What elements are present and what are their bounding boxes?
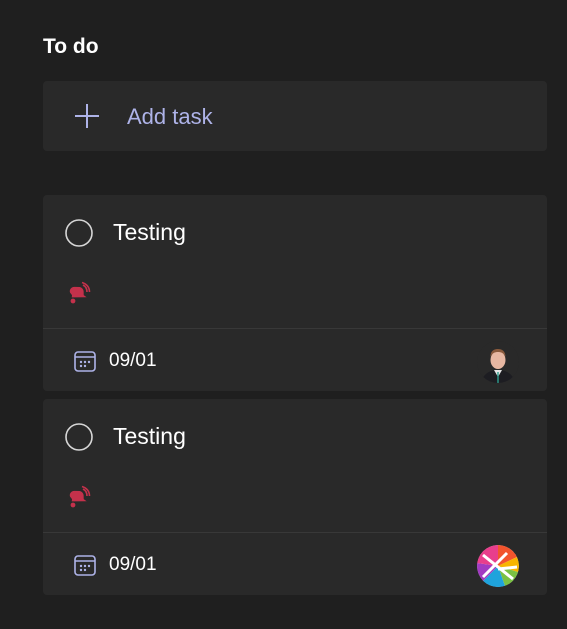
assignee-avatar[interactable]	[477, 545, 519, 587]
complete-checkbox-icon[interactable]	[65, 219, 93, 247]
task-card[interactable]: Testing 09/01	[43, 399, 547, 595]
column-title: To do	[43, 35, 99, 58]
task-title[interactable]: Testing	[113, 217, 186, 247]
urgent-bell-icon	[69, 485, 91, 508]
calendar-icon	[74, 351, 96, 372]
due-date: 09/01	[73, 347, 157, 375]
urgent-bell-icon	[69, 281, 91, 304]
task-title[interactable]: Testing	[113, 421, 186, 451]
assignee-avatar[interactable]	[477, 341, 519, 383]
complete-checkbox-icon[interactable]	[65, 423, 93, 451]
plus-icon	[75, 104, 99, 128]
task-card[interactable]: Testing 09/01	[43, 195, 547, 391]
due-date-text: 09/01	[109, 554, 157, 575]
card-divider	[43, 328, 547, 329]
add-task-button[interactable]: Add task	[43, 81, 547, 151]
colorful-logo-avatar-icon	[477, 545, 519, 587]
due-date: 09/01	[73, 551, 157, 579]
person-avatar-icon	[477, 341, 519, 383]
add-task-label: Add task	[127, 104, 213, 129]
card-divider	[43, 532, 547, 533]
calendar-icon	[74, 555, 96, 576]
due-date-text: 09/01	[109, 350, 157, 371]
